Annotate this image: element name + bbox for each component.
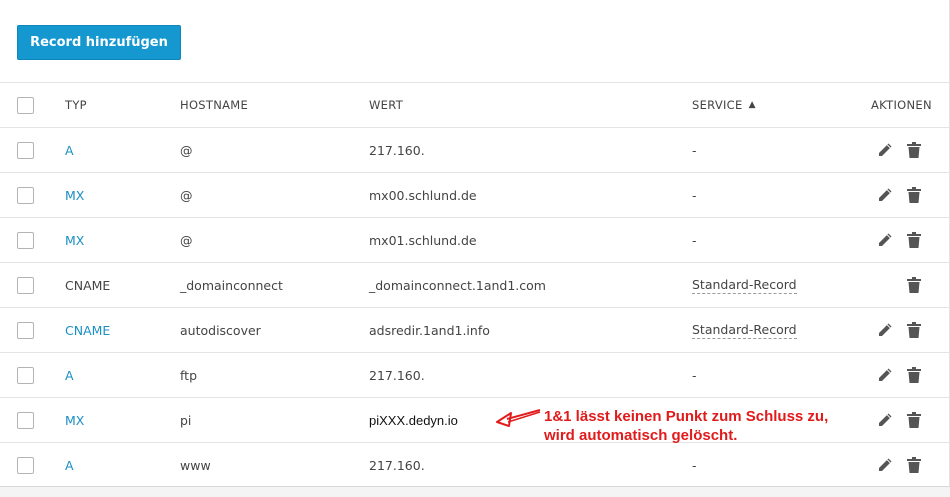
record-hostname: @ bbox=[180, 187, 193, 203]
record-value: mx01.schlund.de bbox=[369, 232, 477, 248]
column-header-hostname[interactable]: HOSTNAME bbox=[180, 83, 248, 127]
row-checkbox[interactable] bbox=[17, 411, 34, 429]
record-value: 217.160. bbox=[369, 142, 425, 158]
record-hostname: pi bbox=[180, 412, 192, 428]
row-checkbox[interactable] bbox=[17, 366, 34, 384]
record-value: adsredir.1and1.info bbox=[369, 322, 490, 338]
column-header-service-label: SERVICE bbox=[692, 98, 743, 112]
pencil-icon[interactable] bbox=[877, 232, 893, 248]
record-value: piXXX.dedyn.io bbox=[369, 412, 458, 428]
pencil-icon[interactable] bbox=[877, 187, 893, 203]
column-header-wert[interactable]: WERT bbox=[369, 83, 403, 127]
sort-ascending-icon: ▲ bbox=[748, 100, 756, 110]
table-row: A @ 217.160. - bbox=[0, 128, 950, 173]
dns-records-panel: Record hinzufügen TYP HOSTNAME WERT SERV… bbox=[0, 0, 950, 487]
pencil-icon[interactable] bbox=[877, 412, 893, 428]
row-checkbox[interactable] bbox=[17, 456, 34, 474]
annotation-arrow-icon bbox=[496, 409, 541, 427]
table-row: CNAME _domainconnect _domainconnect.1and… bbox=[0, 263, 950, 308]
row-checkbox[interactable] bbox=[17, 231, 34, 249]
record-service-link[interactable]: Standard-Record bbox=[692, 322, 797, 339]
row-checkbox[interactable] bbox=[17, 276, 34, 294]
annotation-note: 1&1 lässt keinen Punkt zum Schluss zu, w… bbox=[544, 407, 828, 445]
annotation-line-2: wird automatisch gelöscht. bbox=[544, 427, 738, 444]
record-service: - bbox=[692, 187, 697, 203]
record-service: - bbox=[692, 367, 697, 383]
record-service: - bbox=[692, 142, 697, 158]
trash-icon[interactable] bbox=[907, 187, 921, 203]
trash-icon[interactable] bbox=[907, 322, 921, 338]
add-record-button[interactable]: Record hinzufügen bbox=[17, 25, 181, 60]
column-header-typ[interactable]: TYP bbox=[65, 83, 87, 127]
record-type: CNAME bbox=[65, 277, 111, 293]
trash-icon[interactable] bbox=[907, 232, 921, 248]
record-service-link[interactable]: Standard-Record bbox=[692, 277, 797, 294]
trash-icon[interactable] bbox=[907, 277, 921, 293]
record-value: mx00.schlund.de bbox=[369, 187, 477, 203]
record-hostname: autodiscover bbox=[180, 322, 261, 338]
pencil-icon[interactable] bbox=[877, 367, 893, 383]
table-row: CNAME autodiscover adsredir.1and1.info S… bbox=[0, 308, 950, 353]
row-checkbox[interactable] bbox=[17, 321, 34, 339]
record-hostname: www bbox=[180, 457, 211, 473]
record-type-link[interactable]: A bbox=[65, 353, 74, 397]
row-checkbox[interactable] bbox=[17, 141, 34, 159]
pencil-icon[interactable] bbox=[877, 457, 893, 473]
table-header: TYP HOSTNAME WERT SERVICE ▲ AKTIONEN bbox=[0, 82, 950, 128]
record-type-link[interactable]: MX bbox=[65, 173, 84, 217]
trash-icon[interactable] bbox=[907, 457, 921, 473]
record-hostname: @ bbox=[180, 232, 193, 248]
record-hostname: ftp bbox=[180, 367, 198, 383]
record-type-link[interactable]: MX bbox=[65, 398, 84, 442]
trash-icon[interactable] bbox=[907, 142, 921, 158]
trash-icon[interactable] bbox=[907, 412, 921, 428]
table-row: MX @ mx01.schlund.de - bbox=[0, 218, 950, 263]
record-value: 217.160. bbox=[369, 367, 425, 383]
record-type-link[interactable]: A bbox=[65, 128, 74, 172]
trash-icon[interactable] bbox=[907, 367, 921, 383]
record-hostname: _domainconnect bbox=[180, 277, 283, 293]
record-value: 217.160. bbox=[369, 457, 425, 473]
record-service: - bbox=[692, 232, 697, 248]
annotation-line-1: 1&1 lässt keinen Punkt zum Schluss zu, bbox=[544, 408, 829, 425]
pencil-icon[interactable] bbox=[877, 322, 893, 338]
pencil-icon[interactable] bbox=[877, 142, 893, 158]
column-header-service[interactable]: SERVICE ▲ bbox=[692, 83, 756, 127]
table-row: MX @ mx00.schlund.de - bbox=[0, 173, 950, 218]
record-type-link[interactable]: A bbox=[65, 443, 74, 487]
record-hostname: @ bbox=[180, 142, 193, 158]
record-value: _domainconnect.1and1.com bbox=[369, 277, 546, 293]
table-row: A ftp 217.160. - bbox=[0, 353, 950, 398]
record-type-link[interactable]: CNAME bbox=[65, 308, 110, 352]
record-type-link[interactable]: MX bbox=[65, 218, 84, 262]
column-header-aktionen: AKTIONEN bbox=[871, 98, 932, 112]
table-row: A www 217.160. - bbox=[0, 443, 950, 487]
record-service: - bbox=[692, 457, 697, 473]
row-checkbox[interactable] bbox=[17, 186, 34, 204]
select-all-checkbox[interactable] bbox=[17, 96, 34, 114]
